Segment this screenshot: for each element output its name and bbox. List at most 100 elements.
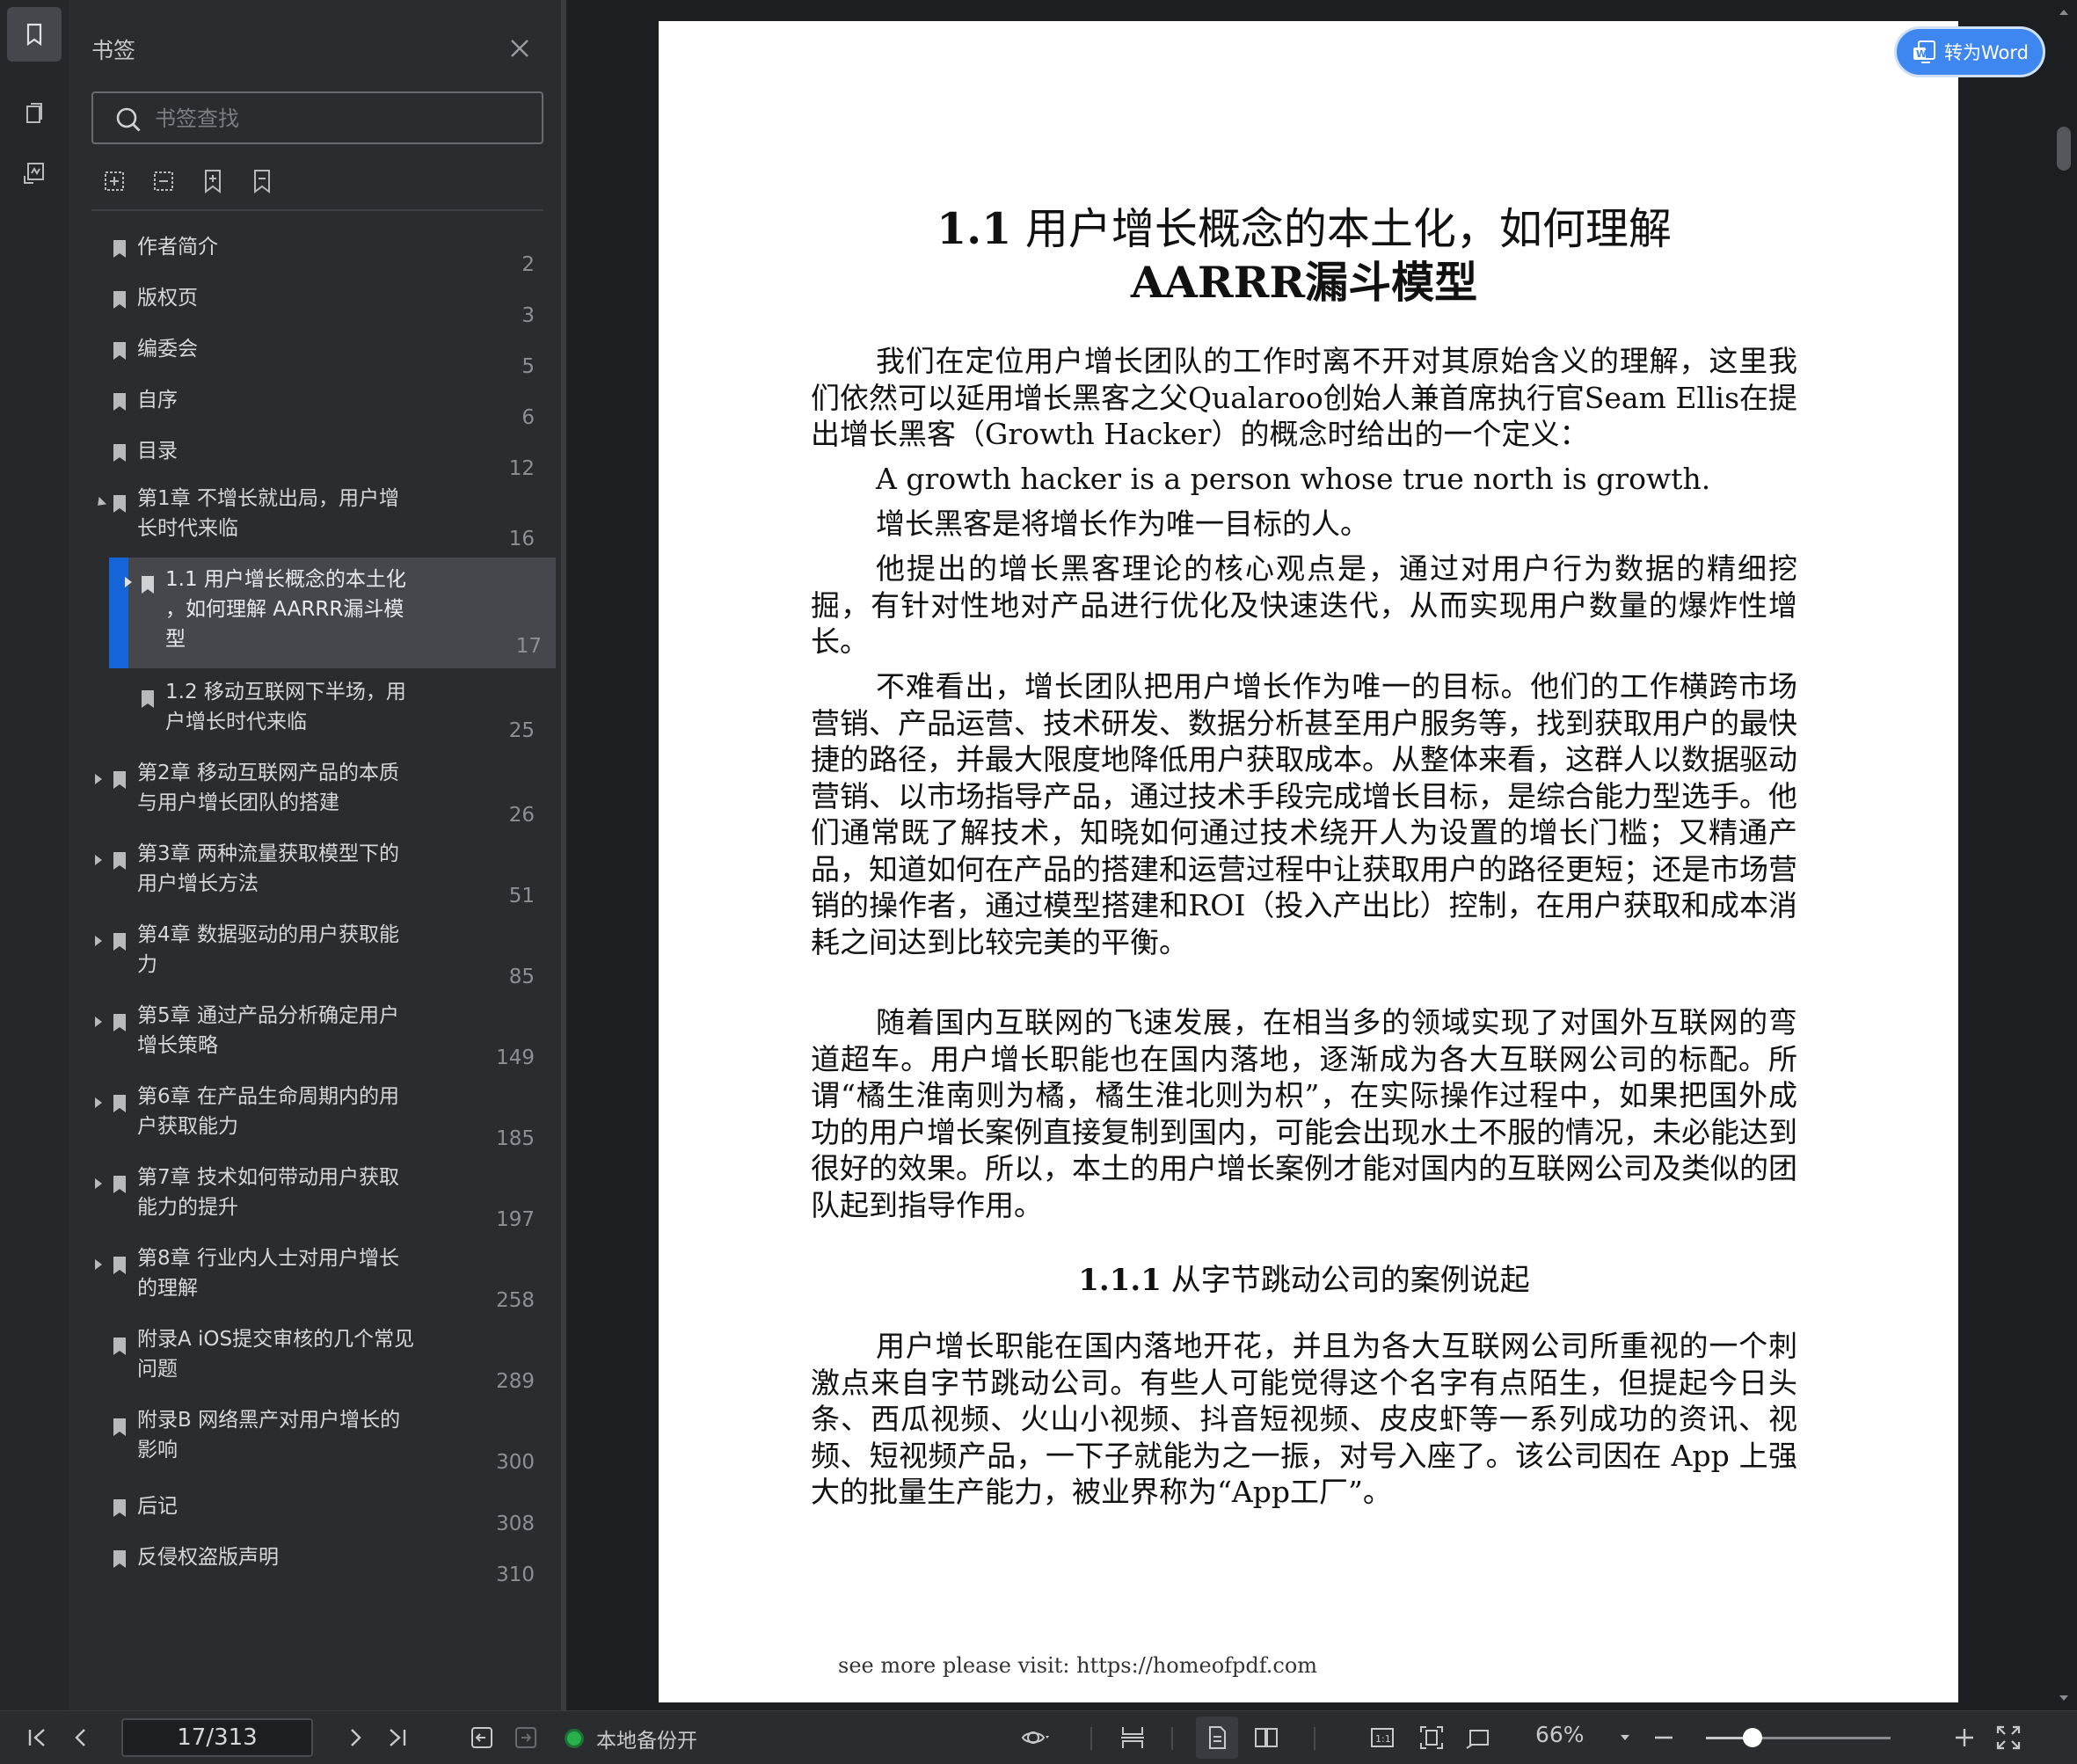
collapsed-arrow-icon[interactable]	[121, 575, 135, 589]
bookmark-page: 17	[515, 635, 542, 658]
remove-bookmark-icon[interactable]	[248, 167, 276, 195]
bookmark-item[interactable]: 1.2 移动互联网下半场，用 户增长时代来临 25	[69, 672, 561, 753]
collapsed-arrow-icon[interactable]	[91, 1177, 106, 1191]
add-bookmark-icon[interactable]	[199, 167, 227, 195]
bookmark-item[interactable]: 第5章 通过产品分析确定用户 增长策略 149	[69, 995, 561, 1076]
bookmark-item[interactable]: 后记 308	[69, 1481, 561, 1535]
scroll-up-icon[interactable]	[2059, 7, 2069, 18]
bookmark-page: 51	[508, 885, 535, 908]
eye-protection-icon[interactable]	[1020, 1724, 1050, 1752]
bookmark-item[interactable]: 编委会 5	[69, 324, 561, 378]
bookmark-item[interactable]: 第7章 技术如何带动用户获取 能力的提升 197	[69, 1157, 561, 1238]
bookmark-icon	[113, 1014, 126, 1031]
bookmark-item[interactable]: 第3章 两种流量获取模型下的 用户增长方法 51	[69, 834, 561, 915]
bookmark-label: 作者简介	[137, 236, 218, 259]
bookmark-item[interactable]: 版权页 3	[69, 273, 561, 327]
vertical-scrollbar[interactable]	[2051, 0, 2077, 1710]
collapse-all-icon[interactable]	[149, 167, 178, 195]
actual-size-icon[interactable]: 1:1	[1368, 1724, 1396, 1752]
bookmark-label: 自序	[137, 389, 178, 412]
bookmark-page: 258	[496, 1289, 535, 1312]
fullscreen-icon[interactable]	[1994, 1724, 2022, 1752]
go-back-icon[interactable]	[468, 1724, 496, 1752]
paragraph: 我们在定位用户增长团队的工作时离不开对其原始含义的理解，这里我们依然可以延用增长…	[811, 344, 1797, 451]
bookmark-item[interactable]: 自序 6	[69, 375, 561, 429]
collapsed-arrow-icon[interactable]	[91, 1257, 106, 1272]
rotate-page-icon[interactable]	[1465, 1724, 1493, 1752]
toolbar-separator	[1171, 1727, 1173, 1750]
bookmark-icon	[142, 576, 154, 594]
bookmark-icon	[113, 1550, 126, 1568]
collapsed-arrow-icon[interactable]	[91, 1096, 106, 1110]
bookmark-item[interactable]: 作者简介 2	[69, 222, 561, 276]
pdf-reader-window: 书签 作者简介 2 版权页 3	[0, 0, 2077, 1764]
bookmark-item[interactable]: 附录B 网络黑产对用户增长的 影响 300	[69, 1400, 561, 1481]
bookmark-item-selected[interactable]: 1.1 用户增长概念的本土化 ，如何理解 AARRR漏斗模 型 17	[109, 558, 556, 668]
bookmark-icon	[113, 444, 126, 462]
bookmark-page: 25	[508, 719, 535, 742]
single-page-icon[interactable]	[1203, 1724, 1231, 1752]
bookmark-label: 附录A iOS提交审核的几个常见 问题	[137, 1328, 415, 1381]
zoom-in-icon[interactable]	[1950, 1724, 1979, 1752]
subsection-number: 1.1.1	[1078, 1263, 1162, 1298]
section-number: 1.1	[936, 203, 1012, 254]
go-forward-icon[interactable]	[512, 1724, 540, 1752]
continuous-scroll-icon[interactable]	[1119, 1724, 1147, 1752]
bookmark-item[interactable]: 反侵权盗版声明 310	[69, 1532, 561, 1586]
collapsed-arrow-icon[interactable]	[91, 772, 106, 786]
bookmark-label: 后记	[137, 1495, 178, 1518]
page-number-input[interactable]	[121, 1718, 313, 1757]
expanded-arrow-icon[interactable]	[93, 496, 107, 510]
fit-page-icon[interactable]	[1417, 1724, 1446, 1752]
collapsed-arrow-icon[interactable]	[91, 853, 106, 867]
zoom-slider-knob[interactable]	[1742, 1728, 1762, 1747]
first-page-icon[interactable]	[23, 1724, 51, 1752]
subsection-title: 1.1.1 从字节跳动公司的案例说起	[811, 1256, 1797, 1299]
previous-page-icon[interactable]	[67, 1724, 95, 1752]
bookmark-icon	[113, 933, 126, 951]
bookmark-item[interactable]: 第1章 不增长就出局，用户增 长时代来临 16	[69, 477, 561, 558]
page-footer: see more please visit: https://homeofpdf…	[838, 1653, 1318, 1678]
zoom-level[interactable]: 66%	[1535, 1722, 1585, 1747]
double-page-icon[interactable]	[1252, 1724, 1280, 1752]
subsection-text: 从字节跳动公司的案例说起	[1170, 1263, 1530, 1298]
close-icon[interactable]	[506, 35, 533, 62]
bookmark-icon	[113, 1499, 126, 1517]
bookmark-tab-icon[interactable]	[7, 7, 62, 62]
scroll-down-icon[interactable]	[2059, 1693, 2069, 1703]
expand-all-icon[interactable]	[100, 167, 128, 195]
bookmark-icon	[113, 342, 126, 360]
svg-text:1:1: 1:1	[1375, 1733, 1391, 1745]
bookmark-search-input[interactable]	[155, 102, 524, 135]
convert-to-word-button[interactable]: W 转为Word	[1894, 26, 2045, 77]
bookmark-label: 版权页	[137, 287, 198, 310]
zoom-out-icon[interactable]	[1650, 1724, 1678, 1752]
bookmark-page: 26	[508, 804, 535, 827]
zoom-slider[interactable]	[1706, 1728, 1891, 1747]
bookmark-item[interactable]: 第4章 数据驱动的用户获取能 力 85	[69, 915, 561, 995]
zoom-dropdown-icon[interactable]	[1618, 1724, 1632, 1752]
next-page-icon[interactable]	[341, 1724, 369, 1752]
bottom-toolbar: 本地备份开 1:1 66%	[0, 1710, 2077, 1764]
bookmark-label: 编委会	[137, 338, 198, 361]
thumbnail-tab-icon[interactable]	[7, 86, 62, 141]
paragraph: 随着国内互联网的飞速发展，在相当多的领域实现了对国外互联网的弯道超车。用户增长职…	[811, 1005, 1797, 1222]
bookmark-page: 197	[496, 1208, 535, 1231]
annotation-tab-icon[interactable]	[7, 146, 62, 200]
backup-status-label[interactable]: 本地备份开	[596, 1724, 697, 1753]
scrollbar-thumb[interactable]	[2057, 127, 2071, 171]
collapsed-arrow-icon[interactable]	[91, 934, 106, 948]
collapsed-arrow-icon[interactable]	[91, 1015, 106, 1029]
bookmark-page: 149	[496, 1046, 535, 1069]
last-page-icon[interactable]	[383, 1724, 412, 1752]
bookmark-item[interactable]: 目录 12	[69, 426, 561, 480]
bookmark-label: 1.1 用户增长概念的本土化 ，如何理解 AARRR漏斗模 型	[165, 568, 406, 651]
bookmark-item[interactable]: 第2章 移动互联网产品的本质 与用户增长团队的搭建 26	[69, 753, 561, 834]
search-icon	[116, 107, 141, 132]
bookmark-label: 附录B 网络黑产对用户增长的 影响	[137, 1409, 401, 1461]
bookmark-item[interactable]: 第8章 行业内人士对用户增长 的理解 258	[69, 1238, 561, 1319]
bookmark-icon	[113, 852, 126, 870]
bookmark-item[interactable]: 附录A iOS提交审核的几个常见 问题 289	[69, 1319, 561, 1400]
bookmark-item[interactable]: 第6章 在产品生命周期内的用 户获取能力 185	[69, 1076, 561, 1157]
bookmark-page: 289	[496, 1370, 535, 1393]
